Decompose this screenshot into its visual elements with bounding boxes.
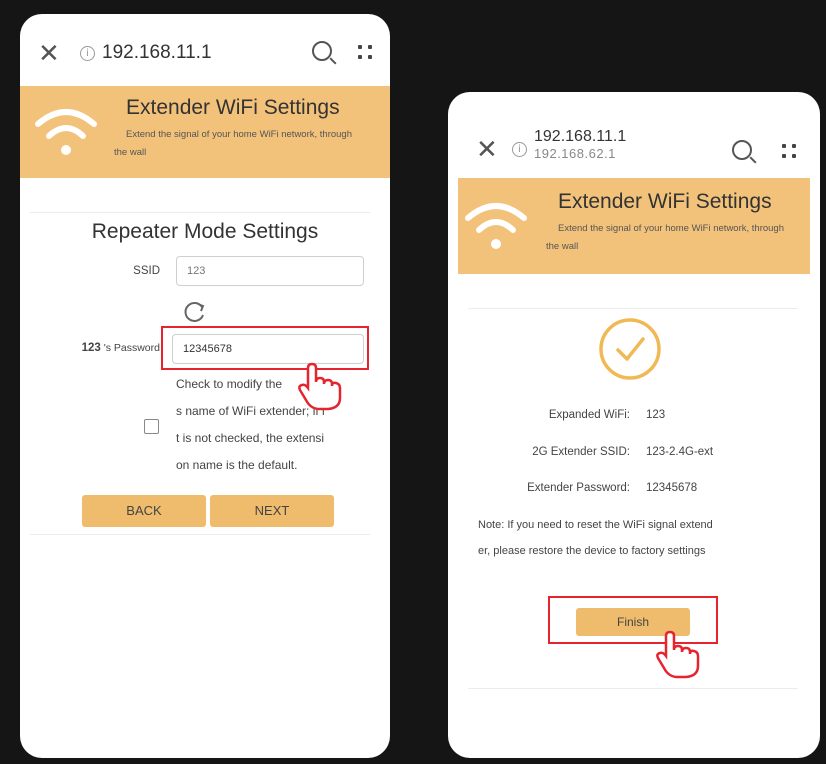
extender-ssid-value: 123-2.4G-ext [646,446,714,458]
browser-url-bar: ✕ i 192.168.11.1 192.168.62.1 [448,92,820,176]
modify-name-checkbox[interactable] [144,419,159,434]
note-line: Note: If you need to reset the WiFi sign… [478,519,713,531]
extender-password-label: Extender Password: [527,482,630,494]
extender-password-value: 12345678 [646,482,698,494]
right-phone-screen: ✕ i 192.168.11.1 192.168.62.1 Extender W… [448,92,820,758]
password-label-ssid: 123 [81,342,101,354]
url-text[interactable]: 192.168.11.1 [102,42,212,64]
banner-subtitle: Extend the signal of your home WiFi netw… [546,223,785,253]
panel-border [30,212,370,213]
reset-note: Note: If you need to reset the WiFi sign… [478,512,808,564]
pointer-hand-icon [298,362,342,411]
next-button[interactable]: NEXT [210,495,334,527]
pointer-hand-icon [656,630,700,679]
header-banner: Extender WiFi Settings Extend the signal… [20,86,390,178]
wifi-icon [35,109,97,155]
banner-subtitle: Extend the signal of your home WiFi netw… [114,129,353,159]
ssid-label: SSID [133,265,160,277]
menu-icon[interactable] [782,144,796,158]
panel-border [468,308,798,309]
info-icon[interactable]: i [80,46,95,61]
close-icon[interactable]: ✕ [476,136,498,162]
note-line: on name is the default. [176,458,298,472]
refresh-icon[interactable] [182,299,208,325]
url-text[interactable]: 192.168.11.1 [534,128,626,146]
banner-title: Extender WiFi Settings [126,96,340,119]
password-label-suffix: 's Password [100,342,160,354]
panel-border [30,534,370,535]
search-icon[interactable] [312,41,332,61]
url-text-ghost: 192.168.62.1 [534,146,616,161]
note-line: t is not checked, the extensi [176,431,325,445]
browser-url-bar: ✕ i 192.168.11.1 [20,14,390,86]
info-icon[interactable]: i [512,142,527,157]
header-banner: Extender WiFi Settings Extend the signal… [458,178,810,274]
extender-ssid-label: 2G Extender SSID: [532,446,630,458]
expanded-wifi-label: Expanded WiFi: [548,409,630,421]
back-button[interactable]: BACK [82,495,206,527]
check-circle-icon [599,318,661,380]
expanded-wifi-value: 123 [646,409,666,421]
note-line: er, please restore the device to factory… [478,545,706,557]
close-icon[interactable]: ✕ [38,40,60,66]
search-icon[interactable] [732,140,752,160]
wifi-icon [465,203,527,249]
banner-title: Extender WiFi Settings [558,190,772,213]
panel-border [468,688,798,689]
password-label: 123 's Password [32,342,160,354]
ssid-input[interactable]: 123 [176,256,364,286]
menu-icon[interactable] [358,45,372,59]
panel-title: Repeater Mode Settings [91,220,319,243]
left-phone-screen: ✕ i 192.168.11.1 Extender WiFi Settings … [20,14,390,758]
